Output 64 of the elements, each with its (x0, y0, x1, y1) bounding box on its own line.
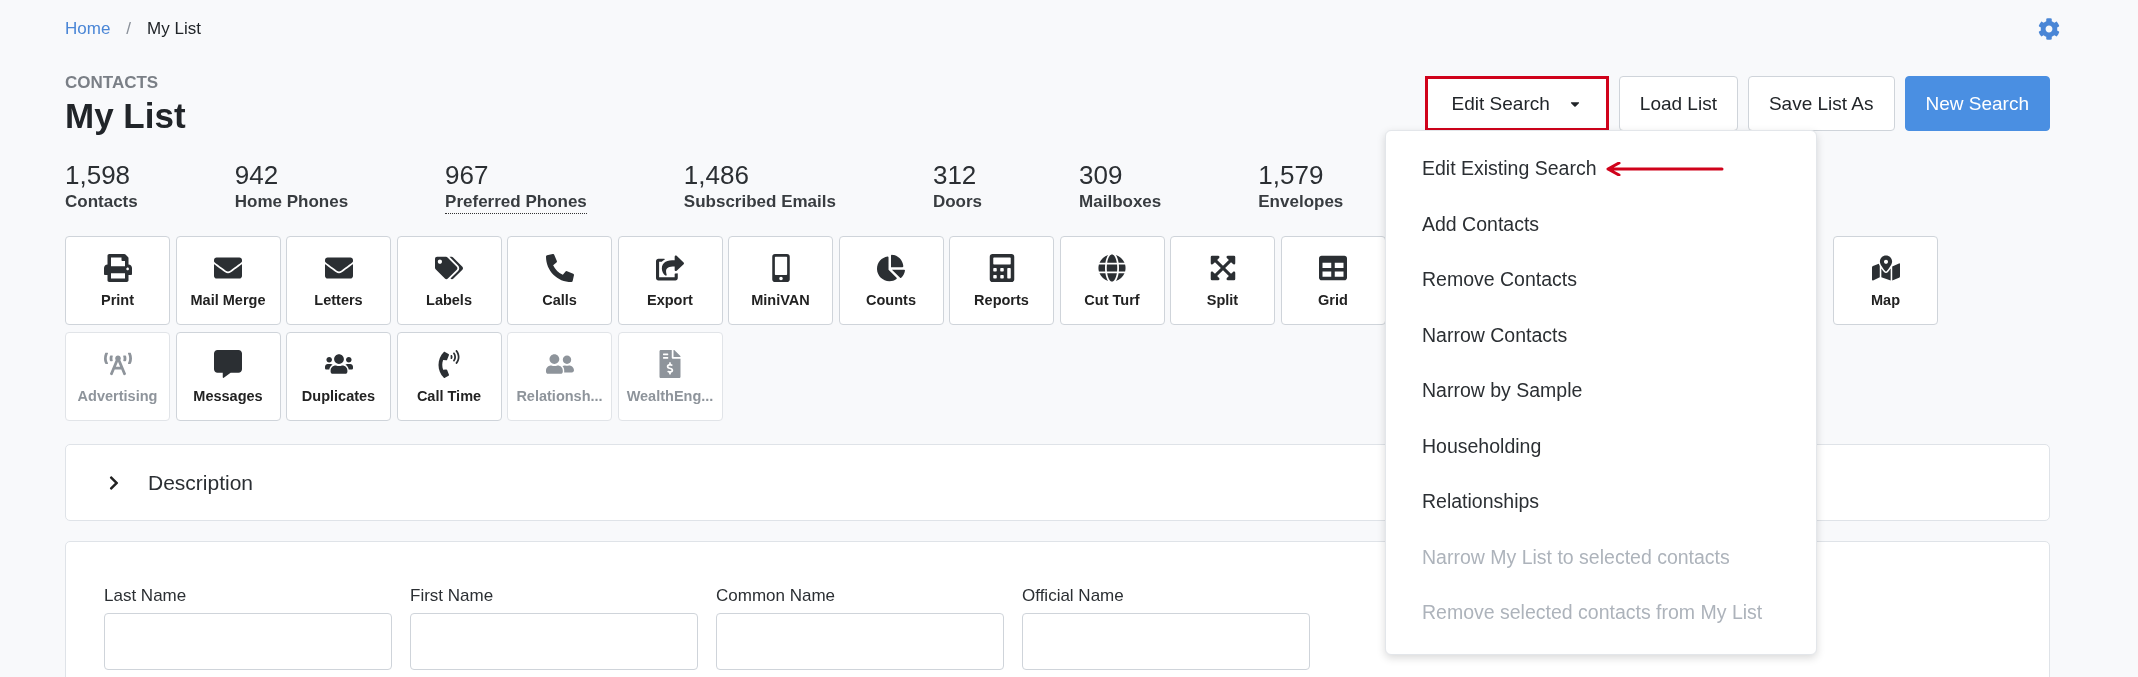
calculator-icon (987, 253, 1016, 282)
pie-chart-icon (877, 253, 905, 282)
dropdown-button[interactable]: Edit Search (1424, 76, 1609, 131)
field-label: Official Name (1022, 586, 1125, 606)
settings-icon[interactable] (2038, 17, 2060, 40)
stat-value: 1,486 (683, 159, 749, 191)
menu-item[interactable]: Narrow by Sample (1386, 370, 1583, 411)
menu-item[interactable]: Narrow Contacts (1386, 315, 1568, 356)
menu-item[interactable]: Relationships (1386, 481, 1540, 522)
menu-item[interactable]: Edit Existing Search (1386, 148, 1597, 189)
tool-tile[interactable]: Counts (838, 236, 944, 325)
stat-value: 1,598 (65, 159, 131, 191)
tool-tile[interactable]: Labels (396, 236, 502, 325)
globe-icon (1098, 253, 1126, 282)
stat-label: Envelopes (1258, 191, 1344, 213)
tool-tile[interactable]: MiniVAN (728, 236, 833, 325)
stat-value: 942 (234, 159, 279, 191)
stat-value: 309 (1079, 159, 1123, 191)
stat-label: Contacts (65, 191, 138, 213)
page-title: My List (65, 95, 186, 137)
input-field[interactable] (716, 613, 1004, 670)
stat-value: 1,579 (1258, 159, 1324, 191)
input-field[interactable] (410, 613, 698, 670)
tool-tile[interactable]: Split (1170, 236, 1275, 325)
field-label: First Name (410, 586, 495, 606)
breadcrumb-current: My List (147, 18, 201, 39)
tool-tile[interactable]: Grid (1280, 236, 1386, 325)
tool-tile[interactable]: Calls (507, 236, 612, 325)
stat-link[interactable]: Preferred Phones (445, 191, 587, 214)
stat-label: Subscribed Emails (683, 191, 836, 213)
phone-icon (545, 253, 574, 282)
tool-tile[interactable]: Mail Merge (175, 236, 281, 325)
export-icon (656, 253, 684, 282)
speech-bubble-icon (214, 349, 242, 378)
tool-tile[interactable]: Messages (175, 332, 281, 421)
printer-icon (103, 253, 132, 282)
breadcrumb-separator: / (126, 18, 132, 39)
section-label: CONTACTS (65, 73, 159, 93)
stat-label: Mailboxes (1079, 191, 1162, 213)
stat-label: Home Phones (234, 191, 349, 213)
breadcrumb-link[interactable]: Home (65, 18, 111, 39)
action-button[interactable]: Load List (1618, 76, 1738, 131)
panel-title: Description (148, 470, 254, 495)
tool-tile[interactable]: Reports (949, 236, 1054, 325)
stat-value: 967 (445, 159, 489, 191)
tool-tile[interactable]: Export (617, 236, 723, 325)
tool-tile[interactable]: Letters (286, 236, 391, 325)
expand-arrows-icon (1208, 253, 1237, 282)
field-label: Last Name (104, 586, 188, 606)
menu-item[interactable]: Remove Contacts (1386, 259, 1577, 300)
tool-tile[interactable]: Map (1833, 236, 1938, 325)
table-icon (1319, 253, 1347, 282)
stat-label: Doors (932, 191, 983, 213)
input-field[interactable] (104, 613, 392, 670)
input-field[interactable] (1022, 613, 1310, 670)
tool-tile[interactable]: Cut Turf (1059, 236, 1165, 325)
tool-tile[interactable]: Duplicates (286, 332, 391, 421)
menu-item[interactable]: Add Contacts (1386, 204, 1540, 245)
field-label: Common Name (716, 586, 837, 606)
action-button[interactable]: Save List As (1747, 76, 1895, 131)
tool-tile[interactable]: Print (65, 236, 170, 325)
map-icon (1871, 253, 1900, 282)
stat-value: 312 (932, 159, 977, 191)
tool-tile[interactable]: Call Time (396, 332, 502, 421)
